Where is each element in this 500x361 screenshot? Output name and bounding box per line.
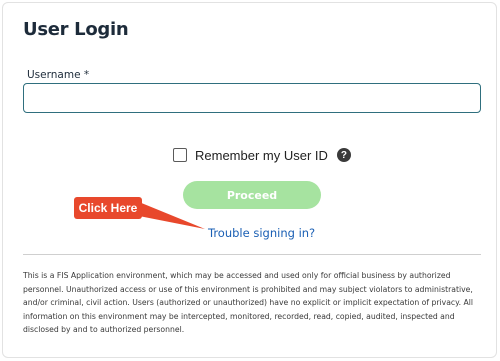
question-circle-icon[interactable]: ?	[336, 148, 351, 162]
username-input[interactable]	[23, 83, 481, 113]
remember-user-id-row: Remember my User ID ?	[173, 146, 351, 164]
callout-arrow-icon	[139, 202, 205, 229]
divider	[23, 254, 481, 255]
login-card: User Login Username * Remember my User I…	[2, 2, 497, 358]
remember-user-id-checkbox[interactable]	[173, 148, 187, 162]
trouble-signing-in-link[interactable]: Trouble signing in?	[208, 226, 315, 240]
remember-user-id-label[interactable]: Remember my User ID	[195, 148, 328, 163]
legal-disclaimer: This is a FIS Application environment, w…	[23, 271, 474, 334]
username-label: Username *	[27, 69, 90, 81]
page-title: User Login	[23, 19, 129, 40]
click-here-callout: Click Here	[74, 197, 142, 219]
